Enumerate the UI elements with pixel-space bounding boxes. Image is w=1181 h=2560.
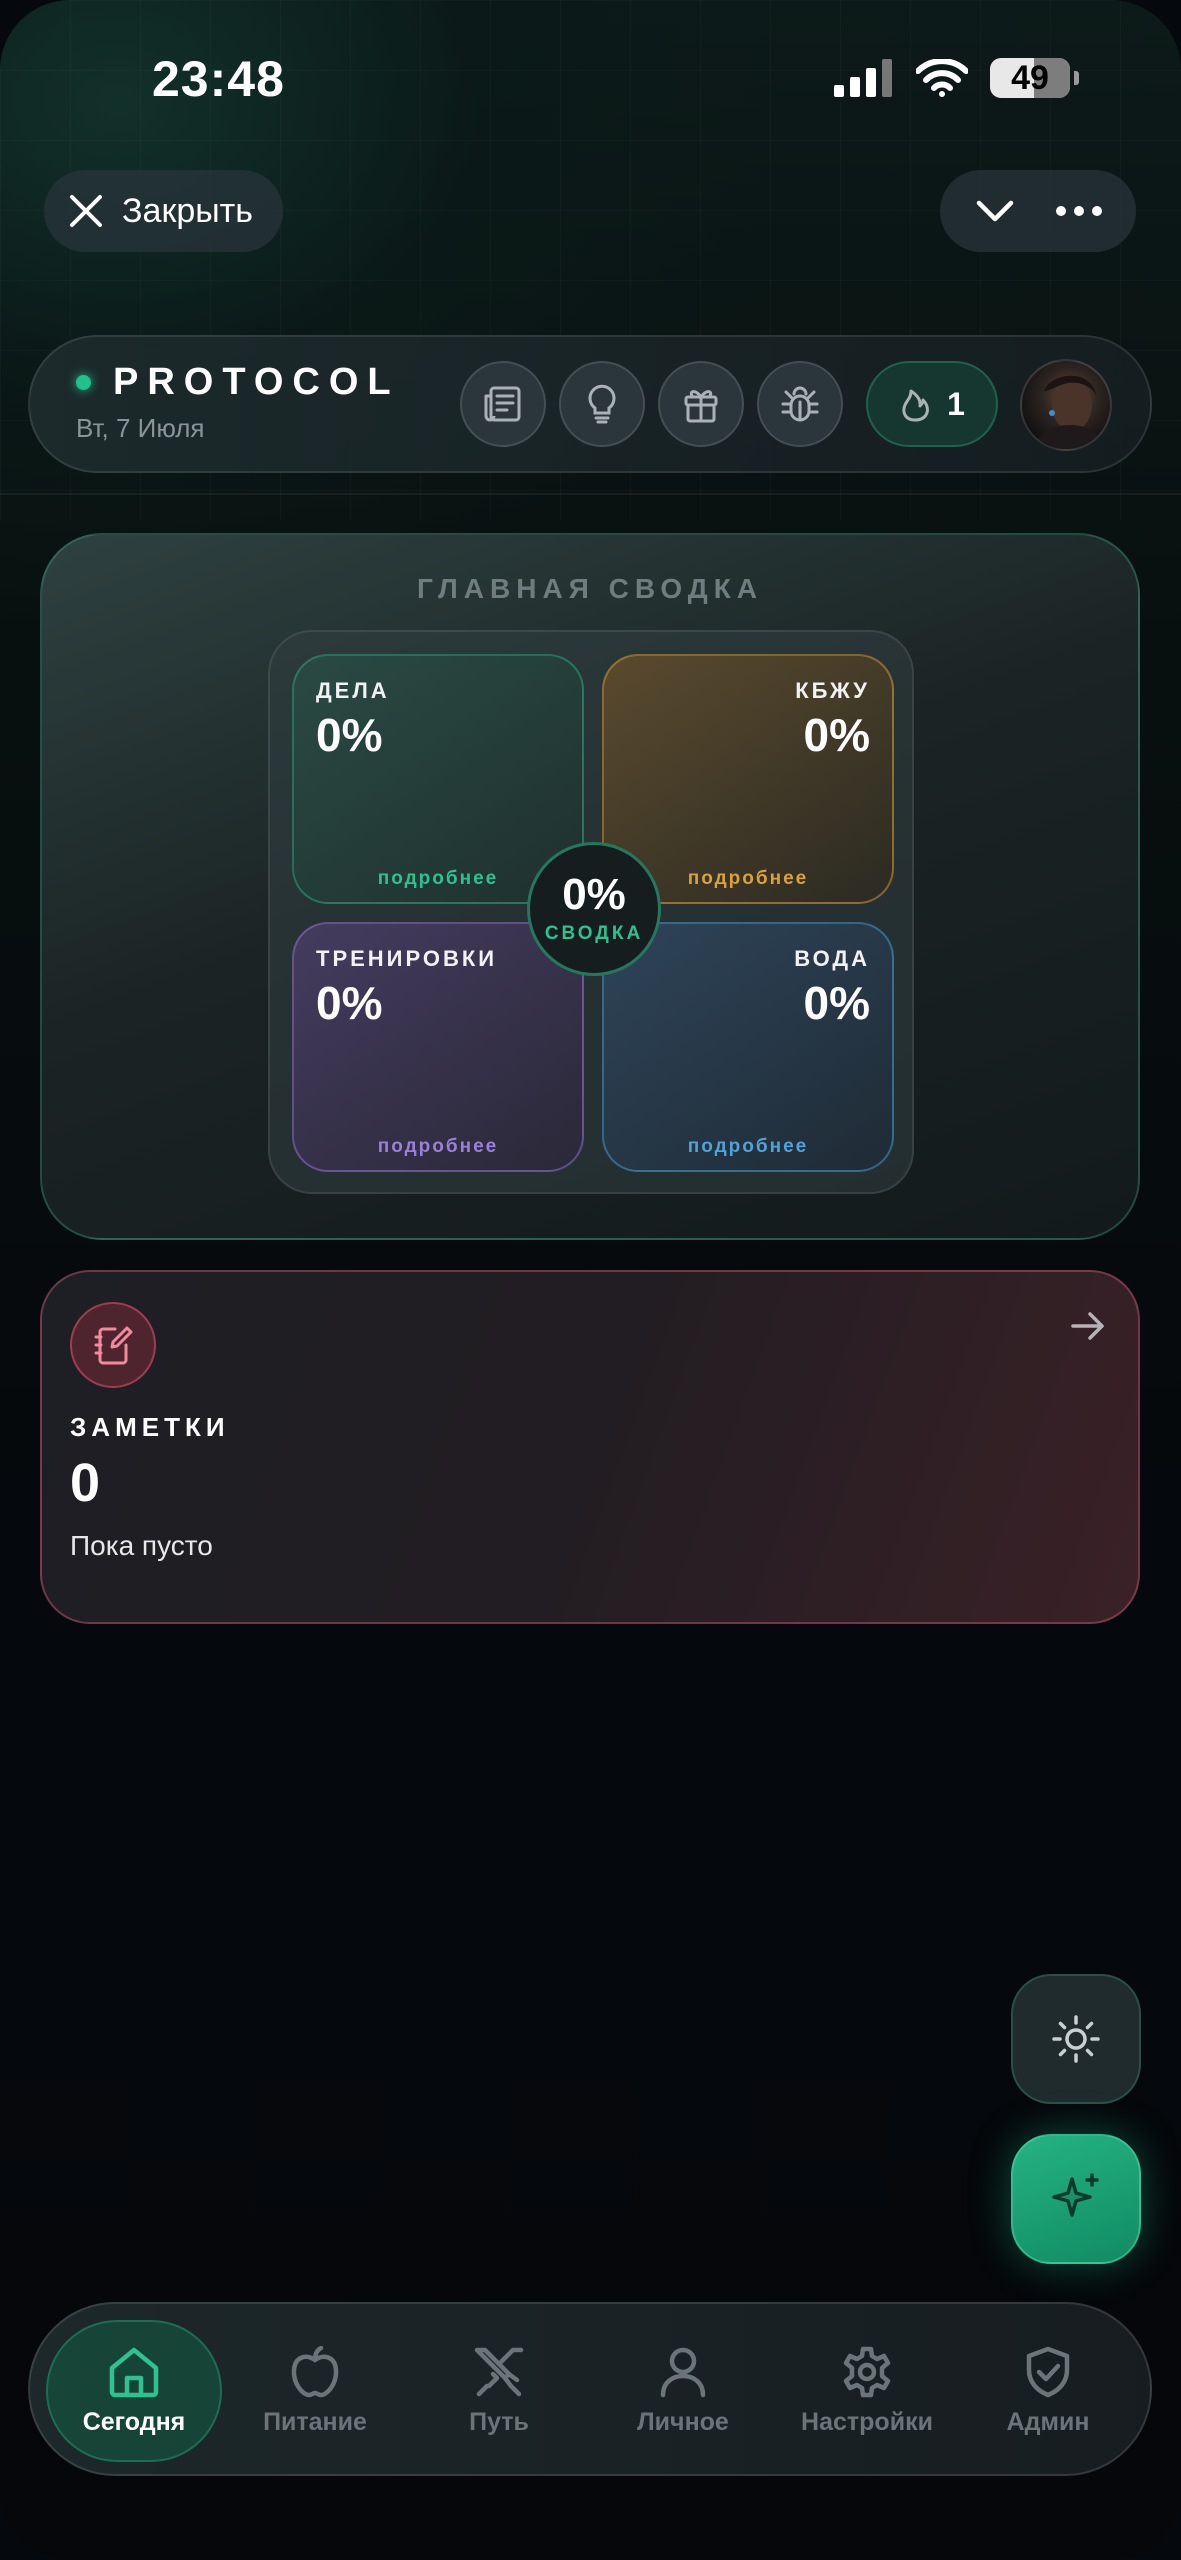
nav-label-settings: Настройки bbox=[801, 2407, 933, 2436]
nav-label-admin: Админ bbox=[1006, 2407, 1090, 2436]
app-screen: 23:48 49 Закрыть PROTOCOL Вт, 7 Июля 1 Г… bbox=[0, 0, 1181, 2560]
nav-label-personal: Личное bbox=[637, 2407, 729, 2436]
tile-workouts-more-link[interactable]: подробнее bbox=[294, 1136, 582, 1158]
nav-label-today: Сегодня bbox=[82, 2407, 186, 2436]
battery-level: 49 bbox=[1011, 58, 1049, 97]
wifi-icon bbox=[916, 59, 968, 97]
brand: PROTOCOL bbox=[76, 361, 400, 404]
close-label: Закрыть bbox=[122, 191, 253, 230]
notes-label: ЗАМЕТКИ bbox=[70, 1412, 230, 1442]
arrow-right-icon[interactable] bbox=[1068, 1306, 1108, 1346]
status-icons: 49 bbox=[834, 58, 1079, 98]
tile-water-more-link[interactable]: подробнее bbox=[604, 1136, 892, 1158]
apple-icon bbox=[291, 2345, 339, 2397]
summary-tiles: ДЕЛА 0% подробнее КБЖУ 0% подробнее ТРЕН… bbox=[268, 630, 914, 1194]
gift-icon bbox=[684, 390, 718, 423]
tile-workouts[interactable]: ТРЕНИРОВКИ 0% подробнее bbox=[292, 922, 584, 1172]
ideas-button[interactable] bbox=[559, 361, 645, 447]
tile-workouts-label: ТРЕНИРОВКИ bbox=[316, 946, 498, 971]
bottom-nav: Сегодня Питание Путь Личное Настройки Ад… bbox=[28, 2302, 1152, 2476]
lightbulb-icon bbox=[588, 384, 616, 424]
nav-item-personal[interactable]: Личное bbox=[595, 2320, 771, 2462]
home-icon bbox=[109, 2347, 159, 2397]
nav-item-nutrition[interactable]: Питание bbox=[227, 2320, 403, 2462]
chevron-down-icon[interactable] bbox=[973, 189, 1017, 233]
notes-empty-text: Пока пусто bbox=[70, 1530, 213, 1561]
summary-center-badge: 0% СВОДКА bbox=[527, 842, 661, 976]
ai-assistant-button[interactable] bbox=[1011, 2134, 1141, 2264]
brand-name: PROTOCOL bbox=[113, 361, 400, 403]
tile-tasks[interactable]: ДЕЛА 0% подробнее bbox=[292, 654, 584, 904]
tile-tasks-label: ДЕЛА bbox=[316, 678, 390, 703]
battery-tip bbox=[1074, 71, 1079, 85]
bug-icon bbox=[781, 386, 819, 422]
tile-water[interactable]: ВОДА 0% подробнее bbox=[602, 922, 894, 1172]
news-button[interactable] bbox=[460, 361, 546, 447]
tile-kbju-label: КБЖУ bbox=[795, 678, 870, 703]
nav-item-settings[interactable]: Настройки bbox=[779, 2320, 955, 2462]
nav-item-today[interactable]: Сегодня bbox=[46, 2320, 222, 2462]
avatar[interactable] bbox=[1020, 359, 1112, 451]
tile-tasks-value: 0% bbox=[316, 709, 383, 761]
battery-icon: 49 bbox=[990, 58, 1070, 98]
flame-icon bbox=[902, 389, 930, 422]
close-icon bbox=[70, 195, 102, 227]
more-icon[interactable] bbox=[1055, 201, 1103, 221]
online-dot bbox=[76, 375, 91, 390]
summary-card: ГЛАВНАЯ СВОДКА ДЕЛА 0% подробнее КБЖУ 0%… bbox=[40, 533, 1140, 1240]
notes-count: 0 bbox=[70, 1453, 101, 1513]
status-time: 23:48 bbox=[152, 51, 285, 107]
current-date: Вт, 7 Июля bbox=[76, 413, 205, 443]
tile-workouts-value: 0% bbox=[316, 977, 383, 1029]
header-divider bbox=[0, 493, 1181, 495]
shield-check-icon bbox=[1026, 2346, 1070, 2397]
nav-label-nutrition: Питание bbox=[263, 2407, 367, 2436]
swords-icon bbox=[474, 2347, 524, 2396]
newspaper-icon bbox=[484, 386, 521, 422]
notebook-pen-icon bbox=[94, 1326, 133, 1365]
user-icon bbox=[660, 2347, 706, 2397]
bug-report-button[interactable] bbox=[757, 361, 843, 447]
streak-badge[interactable]: 1 bbox=[866, 361, 998, 447]
theme-toggle-button[interactable] bbox=[1011, 1974, 1141, 2104]
signal-icon bbox=[834, 59, 892, 97]
tile-water-label: ВОДА bbox=[794, 946, 870, 971]
tile-kbju-value: 0% bbox=[803, 709, 870, 761]
nav-item-admin[interactable]: Админ bbox=[960, 2320, 1136, 2462]
nav-item-path[interactable]: Путь bbox=[411, 2320, 587, 2462]
tile-water-value: 0% bbox=[803, 977, 870, 1029]
sparkles-icon bbox=[1052, 2173, 1099, 2217]
summary-title: ГЛАВНАЯ СВОДКА bbox=[416, 573, 764, 604]
top-right-controls bbox=[940, 170, 1136, 252]
close-button[interactable]: Закрыть bbox=[44, 170, 283, 252]
header-card: PROTOCOL Вт, 7 Июля 1 bbox=[28, 335, 1152, 473]
summary-center-label: СВОДКА bbox=[544, 923, 644, 944]
notes-card[interactable]: ЗАМЕТКИ 0 Пока пусто bbox=[40, 1270, 1140, 1624]
nav-label-path: Путь bbox=[469, 2407, 529, 2436]
gear-icon bbox=[843, 2346, 891, 2397]
notes-icon-badge bbox=[70, 1302, 156, 1388]
summary-center-value: 0% bbox=[562, 870, 626, 919]
sun-icon bbox=[1052, 2015, 1100, 2063]
gifts-button[interactable] bbox=[658, 361, 744, 447]
streak-count: 1 bbox=[947, 385, 965, 422]
avatar-image bbox=[1034, 375, 1104, 449]
